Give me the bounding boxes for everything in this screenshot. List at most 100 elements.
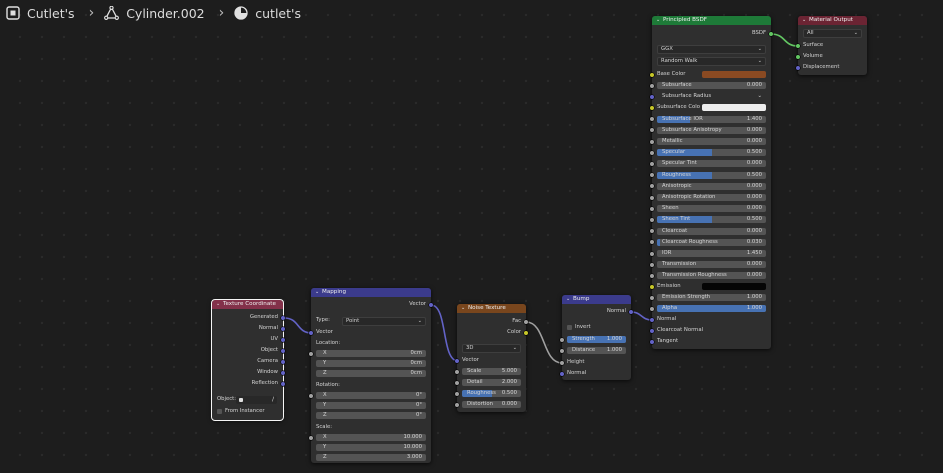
strength-field[interactable]: Strength 1.000 [567, 336, 626, 343]
socket-strength[interactable] [560, 337, 564, 342]
socket-vector-in[interactable] [455, 358, 459, 363]
specular-tint-field[interactable]: Specular Tint 0.000 [657, 160, 766, 168]
distance-field[interactable]: Distance 1.000 [567, 347, 626, 354]
socket-clearcoat[interactable] [650, 229, 654, 234]
socket-subsurface-colo[interactable] [650, 105, 654, 110]
socket-clearcoat-normal[interactable] [650, 328, 654, 333]
socket-distortion[interactable] [455, 402, 459, 407]
anisotropic-rotation-field[interactable]: Anisotropic Rotation 0.000 [657, 194, 766, 201]
socket-clearcoat-roughness[interactable] [650, 240, 654, 245]
socket-vector-out[interactable] [429, 302, 433, 307]
node-texture-coordinate[interactable]: ⌄ Texture Coordinate Generated Normal UV … [211, 299, 285, 421]
node-header[interactable]: ⌄ Bump [562, 295, 631, 304]
subsurface-radius-dropdown[interactable]: Subsurface Radius ⌄ [657, 93, 766, 100]
node-mapping[interactable]: ⌄ Mapping Vector Type: Point ⌄ Vector Loca… [309, 288, 433, 463]
socket-object[interactable] [281, 348, 285, 353]
socket-base-color[interactable] [650, 72, 654, 77]
roughness-field[interactable]: Roughness 0.500 [462, 390, 521, 397]
socket-distance[interactable] [560, 348, 564, 353]
collapse-icon[interactable]: ⌄ [656, 16, 663, 25]
socket-subsurface-anisotropy[interactable] [650, 128, 654, 133]
socket-bsdf[interactable] [769, 31, 773, 36]
subsurface-field[interactable]: Subsurface 0.000 [657, 82, 766, 89]
socket-alpha[interactable] [650, 306, 654, 311]
socket-tangent[interactable] [650, 339, 654, 344]
socket-anisotropic-rotation[interactable] [650, 195, 654, 200]
socket-roughness[interactable] [455, 391, 459, 396]
socket-uv[interactable] [281, 337, 285, 342]
anisotropic-field[interactable]: Anisotropic 0.000 [657, 182, 766, 190]
specular-field[interactable]: Specular 0.500 [657, 149, 766, 157]
socket-normal-out[interactable] [629, 309, 633, 314]
socket-specular-tint[interactable] [650, 161, 654, 166]
socket-reflection[interactable] [281, 381, 285, 386]
location-y-field[interactable]: Y 0cm [316, 360, 426, 367]
socket-displacement[interactable] [796, 65, 800, 70]
socket-ior[interactable] [650, 251, 654, 256]
socket-scale[interactable] [309, 435, 313, 440]
node-header[interactable]: ⌄ Noise Texture [457, 304, 526, 313]
transmission-field[interactable]: Transmission 0.000 [657, 261, 766, 269]
socket-color[interactable] [524, 330, 528, 335]
distribution-dropdown[interactable]: GGX ⌄ [657, 45, 766, 54]
collapse-icon[interactable]: ⌄ [802, 16, 809, 25]
scale-x-field[interactable]: X 10.000 [316, 434, 426, 441]
node-header[interactable]: ⌄ Mapping [311, 288, 431, 297]
socket-surface[interactable] [796, 43, 800, 48]
object-picker[interactable]: ∕ [236, 395, 277, 404]
socket-scale[interactable] [455, 369, 459, 374]
socket-volume[interactable] [796, 54, 800, 59]
scale-z-field[interactable]: Z 3.000 [316, 454, 426, 461]
subsurface-anisotropy-field[interactable]: Subsurface Anisotropy 0.000 [657, 126, 766, 134]
socket-sheen[interactable] [650, 206, 654, 211]
node-header[interactable]: ⌄ Texture Coordinate [212, 300, 283, 309]
socket-generated[interactable] [281, 315, 285, 320]
emission-strength-field[interactable]: Emission Strength 1.000 [657, 294, 766, 301]
collapse-icon[interactable]: ⌄ [315, 288, 322, 297]
invert-checkbox[interactable] [567, 325, 572, 330]
collapse-icon[interactable]: ⌄ [216, 300, 223, 309]
base-color-swatch[interactable] [702, 71, 766, 78]
socket-specular[interactable] [650, 150, 654, 155]
socket-normal-in[interactable] [560, 371, 564, 376]
socket-emission-strength[interactable] [650, 295, 654, 300]
socket-location-x[interactable] [309, 351, 313, 356]
sheen-tint-field[interactable]: Sheen Tint 0.500 [657, 216, 766, 224]
node-bump[interactable]: ⌄ Bump Normal Invert Strength 1.000 Distanc… [560, 295, 633, 380]
socket-detail[interactable] [455, 380, 459, 385]
socket-vector-in[interactable] [309, 330, 313, 335]
clearcoat-field[interactable]: Clearcoat 0.000 [657, 227, 766, 235]
socket-metallic[interactable] [650, 139, 654, 144]
rotation-z-field[interactable]: Z 0° [316, 412, 426, 419]
node-material-output[interactable]: ⌄ Material Output All ⌄ Surface Volume Dis… [796, 16, 867, 75]
socket-emission[interactable] [650, 284, 654, 289]
location-z-field[interactable]: Z 0cm [316, 370, 426, 377]
from-instancer-checkbox[interactable] [217, 409, 222, 414]
location-x-field[interactable]: X 0cm [316, 350, 426, 357]
clearcoat-roughness-field[interactable]: Clearcoat Roughness 0.030 [657, 238, 766, 246]
rotation-y-field[interactable]: Y 0° [316, 402, 426, 409]
socket-sheen-tint[interactable] [650, 217, 654, 222]
target-dropdown[interactable]: All ⌄ [803, 29, 862, 38]
socket-transmission-roughness[interactable] [650, 273, 654, 278]
node-principled-bsdf[interactable]: ⌄ Principled BSDF BSDF GGX ⌄ Random Walk ⌄ … [650, 16, 773, 349]
metallic-field[interactable]: Metallic 0.000 [657, 138, 766, 145]
subsurface-method-dropdown[interactable]: Random Walk ⌄ [657, 57, 766, 66]
node-noise-texture[interactable]: ⌄ Noise Texture Fac Color 3D ⌄ Vector Scal… [455, 304, 528, 412]
node-header[interactable]: ⌄ Material Output [798, 16, 867, 25]
collapse-icon[interactable]: ⌄ [566, 295, 573, 304]
socket-subsurface-ior[interactable] [650, 117, 654, 122]
socket-normal[interactable] [281, 326, 285, 331]
socket-transmission[interactable] [650, 262, 654, 267]
socket-height[interactable] [560, 360, 564, 365]
type-dropdown[interactable]: Point ⌄ [342, 317, 426, 326]
socket-fac[interactable] [524, 319, 528, 324]
distortion-field[interactable]: Distortion 0.000 [462, 401, 521, 408]
sheen-field[interactable]: Sheen 0.000 [657, 205, 766, 213]
socket-subsurface-radius[interactable] [650, 94, 654, 99]
socket-subsurface[interactable] [650, 83, 654, 88]
alpha-field[interactable]: Alpha 1.000 [657, 305, 766, 312]
socket-normal[interactable] [650, 317, 654, 322]
scale-y-field[interactable]: Y 10.000 [316, 444, 426, 451]
rotation-x-field[interactable]: X 0° [316, 392, 426, 399]
